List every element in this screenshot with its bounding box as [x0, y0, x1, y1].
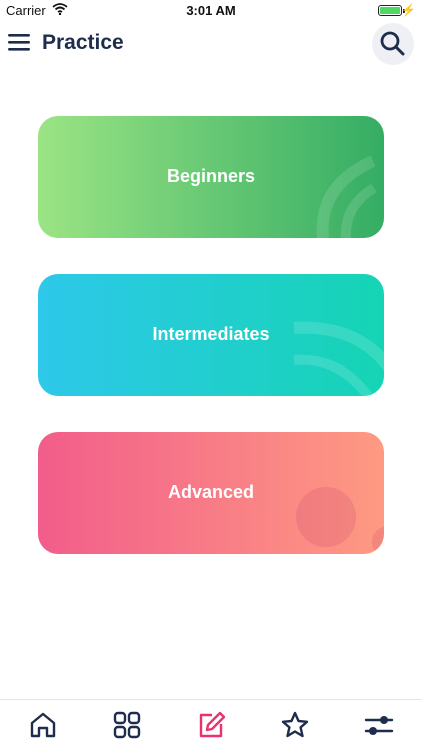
charging-icon: ⚡ [401, 3, 416, 17]
tab-practice[interactable] [196, 710, 226, 740]
level-card-advanced[interactable]: Advanced [38, 432, 384, 554]
search-button[interactable] [372, 23, 414, 65]
menu-button[interactable] [6, 29, 34, 57]
level-label: Intermediates [152, 324, 270, 344]
tab-favorites[interactable] [280, 710, 310, 740]
level-label: Beginners [166, 166, 256, 186]
tab-home[interactable] [28, 710, 58, 740]
edit-icon [199, 711, 226, 738]
search-icon [380, 31, 405, 56]
status-time: 3:01 AM [186, 3, 236, 18]
tab-categories[interactable] [112, 710, 142, 740]
status-bar: Carrier 3:01 AM ⚡ [0, 0, 422, 22]
hamburger-icon [8, 34, 30, 51]
tab-bar [0, 699, 422, 751]
tab-settings[interactable] [364, 710, 394, 740]
star-icon [281, 711, 309, 738]
page-title: Practice [42, 31, 124, 54]
level-card-beginners[interactable]: Beginners [38, 116, 384, 238]
home-icon [30, 712, 56, 738]
battery-icon [378, 5, 402, 16]
sliders-icon [364, 716, 394, 735]
level-card-intermediates[interactable]: Intermediates [38, 274, 384, 396]
level-label: Advanced [167, 482, 255, 502]
grid-icon [113, 711, 141, 739]
